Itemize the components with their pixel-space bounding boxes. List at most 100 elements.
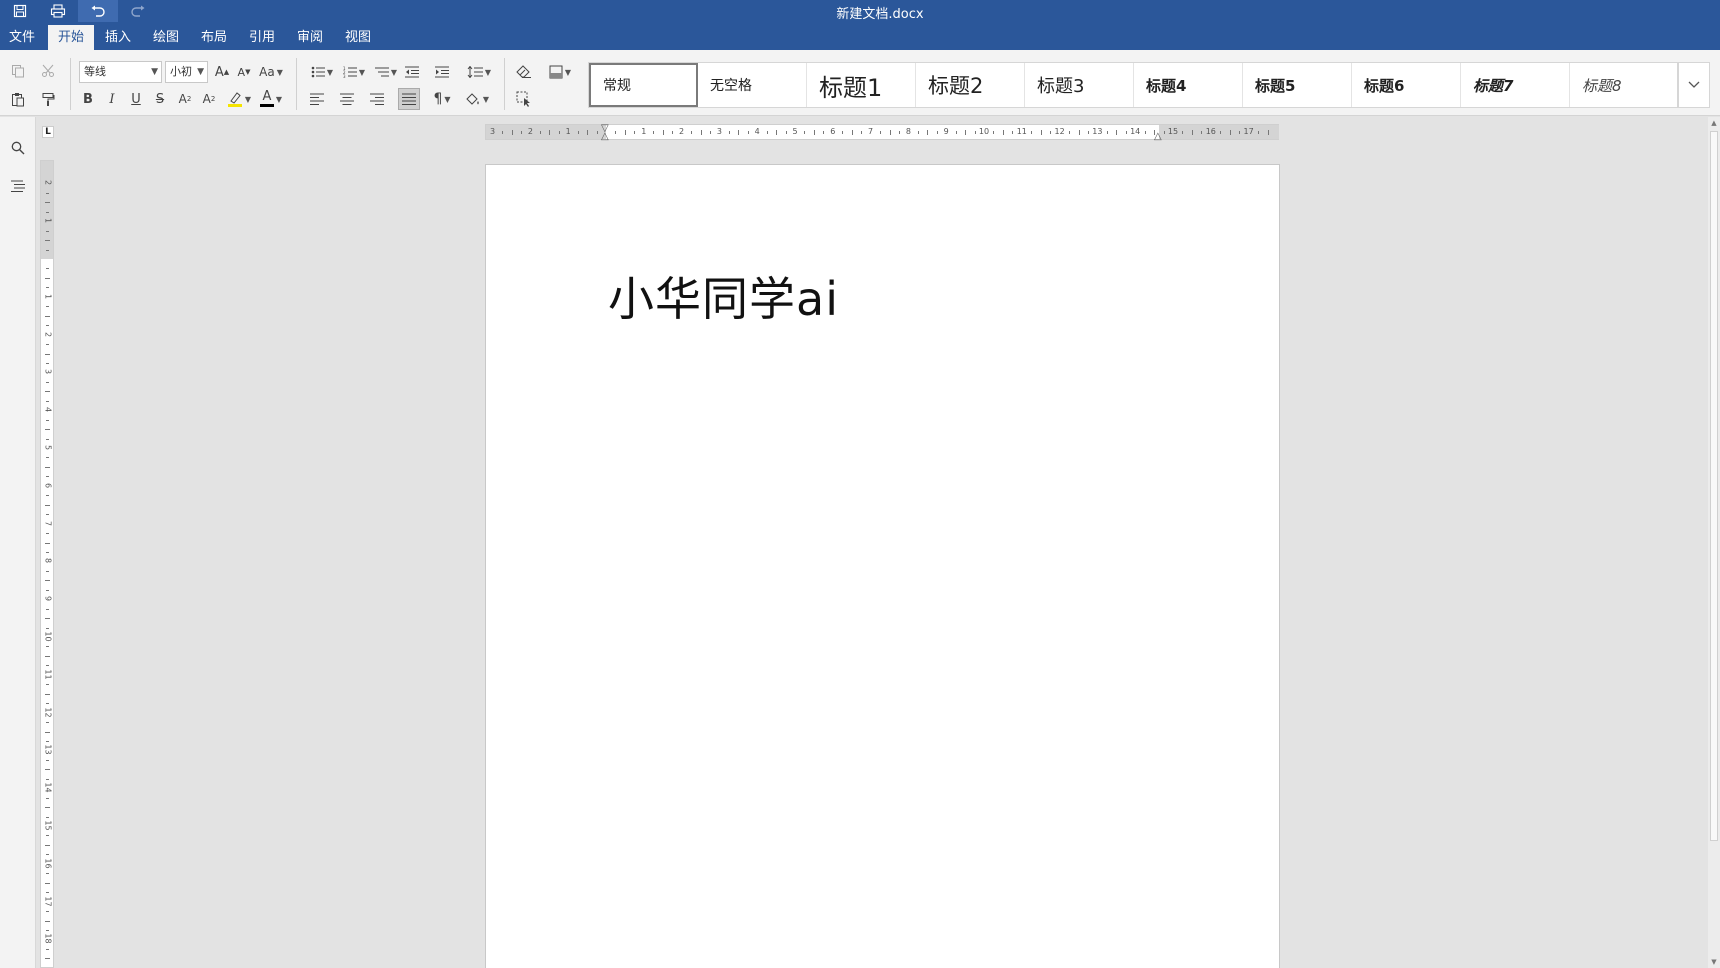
justify-button[interactable]	[398, 88, 420, 110]
align-left-button[interactable]	[306, 88, 328, 110]
ruler-tick	[45, 854, 49, 856]
ruler-tick	[861, 130, 863, 134]
ruler-tick	[44, 958, 50, 960]
font-name-select[interactable]: 等线 ▼	[79, 61, 162, 83]
ruler-tick	[851, 129, 853, 135]
align-right-button[interactable]	[366, 88, 388, 110]
style-no-spacing[interactable]: 无空格	[698, 63, 807, 107]
style-heading-8[interactable]: 标题8	[1570, 63, 1679, 107]
ruler-tick	[45, 797, 49, 799]
vertical-scrollbar[interactable]: ▲ ▼	[1708, 117, 1720, 968]
paste-icon[interactable]	[6, 88, 30, 110]
ruler-tick	[45, 759, 49, 761]
ruler-tick	[1106, 130, 1108, 134]
select-button[interactable]	[512, 88, 536, 110]
paragraph-marks-button[interactable]: ¶ ▼	[428, 88, 456, 110]
scroll-up-arrow-icon[interactable]: ▲	[1708, 117, 1720, 129]
change-case-button[interactable]: Aa ▼	[256, 61, 286, 83]
highlight-color-button[interactable]: ▼	[224, 88, 254, 110]
strikethrough-button[interactable]: S	[150, 88, 170, 110]
scroll-down-arrow-icon[interactable]: ▼	[1708, 956, 1720, 968]
style-heading-4[interactable]: 标题4	[1134, 63, 1243, 107]
ruler-number: 3	[490, 127, 496, 136]
scrollbar-thumb[interactable]	[1710, 131, 1718, 841]
ruler-tick	[44, 315, 50, 317]
tab-review[interactable]: 审阅	[290, 25, 330, 50]
tab-layout[interactable]: 布局	[194, 25, 234, 50]
ruler-tick	[45, 589, 49, 591]
ruler-number: 1	[43, 293, 53, 299]
borders-button[interactable]: ▼	[544, 61, 576, 83]
style-heading-5[interactable]: 标题5	[1243, 63, 1352, 107]
select-cursor-icon	[516, 91, 530, 107]
decrease-indent-button[interactable]	[402, 61, 422, 83]
cut-icon[interactable]	[36, 60, 60, 82]
style-heading-2[interactable]: 标题2	[916, 63, 1025, 107]
ruler-tick	[1125, 130, 1127, 134]
tab-file[interactable]: 文件	[2, 25, 42, 50]
copy-icon[interactable]	[6, 60, 30, 82]
italic-button[interactable]: I	[102, 88, 122, 110]
tab-draw[interactable]: 绘图	[146, 25, 186, 50]
ruler-tick	[45, 495, 49, 497]
styles-expand-button[interactable]	[1678, 62, 1710, 108]
document-page[interactable]: 小华同学ai	[485, 164, 1280, 968]
chevron-down-icon	[1688, 81, 1700, 88]
ruler-tick	[44, 504, 50, 506]
ruler-number: 11	[43, 669, 53, 680]
tab-selector[interactable]: L	[42, 126, 54, 138]
search-icon[interactable]	[6, 136, 30, 160]
ruler-number: 1	[641, 127, 647, 136]
ruler-tick	[44, 769, 50, 771]
underline-button[interactable]: U	[126, 88, 146, 110]
tab-insert[interactable]: 插入	[98, 25, 138, 50]
left-indent-marker[interactable]: △	[601, 131, 609, 142]
document-body-text[interactable]: 小华同学ai	[608, 263, 839, 329]
ruler-tick	[45, 438, 49, 440]
format-painter-icon[interactable]	[36, 88, 60, 110]
style-heading-7[interactable]: 标题7	[1461, 63, 1570, 107]
ruler-tick	[45, 551, 49, 553]
align-center-button[interactable]	[336, 88, 358, 110]
style-heading-1[interactable]: 标题1	[807, 63, 916, 107]
horizontal-ruler[interactable]: 3 2 1 1 2 3 4 5 6 7 8 9 10 11 12 13 14 15 16 17 ▽ △ △	[485, 123, 1279, 142]
ruler-tick	[1031, 130, 1033, 134]
ruler-number: 8	[905, 127, 911, 136]
vertical-ruler[interactable]: 2 1 1 2 3 4 5 6 7 8 9 10 11 12 13 14 15 16 17 18	[40, 160, 54, 968]
ruler-tick	[1182, 130, 1184, 134]
ruler-tick	[662, 129, 664, 135]
line-spacing-button[interactable]: ▼	[464, 61, 494, 83]
subscript-button[interactable]: A2	[198, 88, 220, 110]
bullet-list-button[interactable]: ▼	[308, 61, 336, 83]
ruler-number: 12	[43, 707, 53, 718]
multilevel-list-button[interactable]: ▼	[372, 61, 400, 83]
ruler-tick	[785, 130, 787, 134]
navigation-pane-icon[interactable]	[6, 174, 30, 198]
tab-references[interactable]: 引用	[242, 25, 282, 50]
style-normal[interactable]: 常规	[589, 63, 698, 107]
increase-indent-button[interactable]	[432, 61, 452, 83]
clear-formatting-button[interactable]	[512, 61, 536, 83]
tab-view[interactable]: 视图	[338, 25, 378, 50]
multilevel-list-icon	[374, 67, 389, 77]
font-size-select[interactable]: 小初 ▼	[165, 61, 208, 83]
ruler-number: 6	[830, 127, 836, 136]
right-indent-marker[interactable]: △	[1154, 131, 1162, 142]
tab-home[interactable]: 开始	[48, 25, 94, 50]
document-title: 新建文档.docx	[836, 7, 924, 22]
ruler-number: 17	[43, 896, 53, 907]
ruler-tick	[1012, 130, 1014, 134]
bold-button[interactable]: B	[78, 88, 98, 110]
decrease-indent-icon	[405, 66, 419, 78]
font-size-value: 小初	[170, 65, 192, 78]
font-color-button[interactable]: A ▼	[256, 88, 286, 110]
ruler-tick	[936, 130, 938, 134]
style-heading-6[interactable]: 标题6	[1352, 63, 1461, 107]
shading-button[interactable]: ▼	[462, 88, 492, 110]
superscript-button[interactable]: A2	[174, 88, 196, 110]
style-heading-3[interactable]: 标题3	[1025, 63, 1134, 107]
shrink-font-button[interactable]: A ▼	[234, 61, 254, 83]
grow-font-button[interactable]: A ▲	[212, 61, 232, 83]
ruler-tick	[889, 129, 891, 135]
numbered-list-button[interactable]: 1 2 3 ▼	[340, 61, 368, 83]
